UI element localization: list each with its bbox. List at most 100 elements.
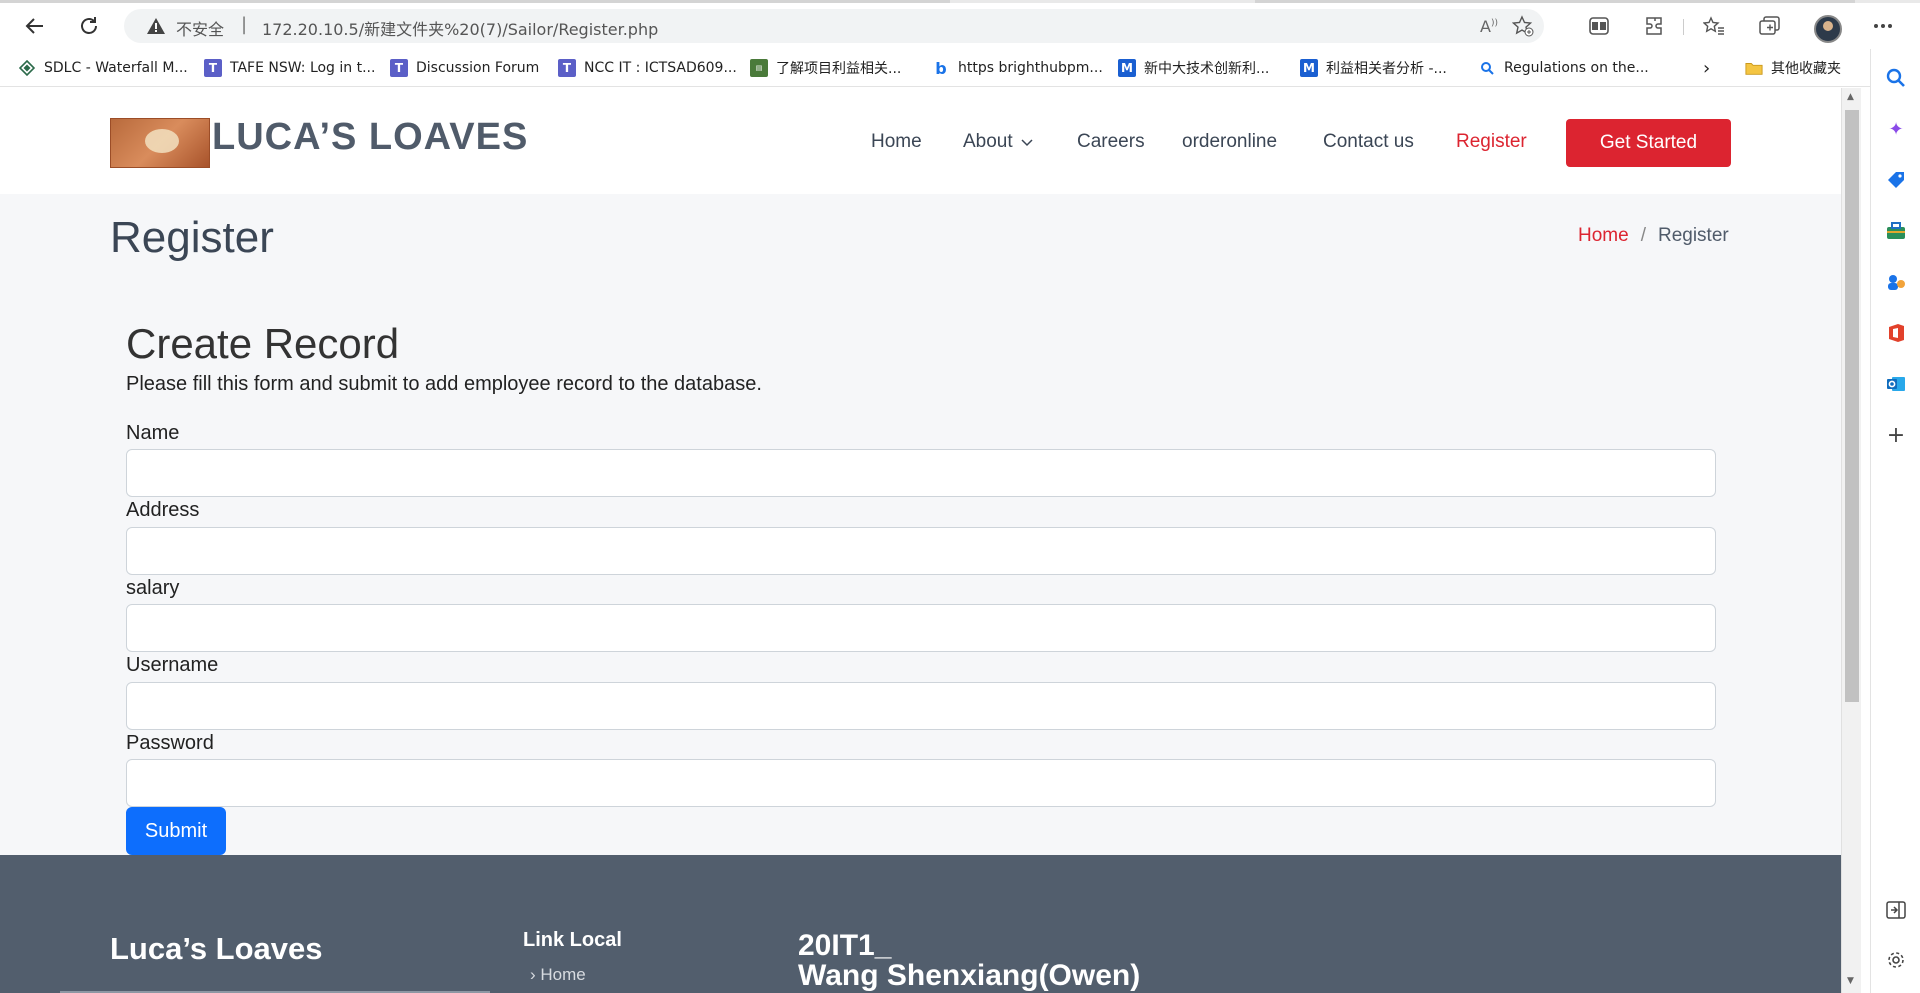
favorites-icon[interactable]: [1701, 14, 1727, 38]
nav-careers[interactable]: Careers: [1077, 131, 1145, 153]
favorite-label: TAFE NSW: Log in t...: [230, 60, 376, 76]
chevron-right-icon: ›: [1703, 57, 1711, 79]
bing-icon: b: [935, 58, 947, 78]
read-aloud-icon[interactable]: A)): [1477, 15, 1501, 37]
address-label: Address: [126, 499, 200, 521]
favorite-item[interactable]: T Discussion Forum: [390, 58, 539, 78]
shopping-tag-icon[interactable]: [1883, 167, 1909, 193]
favorites-overflow-button[interactable]: ›: [1703, 57, 1711, 79]
search-icon: [1478, 59, 1496, 77]
submit-button[interactable]: Submit: [126, 807, 226, 855]
back-button[interactable]: [20, 11, 50, 41]
scrollbar-thumb[interactable]: [1845, 110, 1859, 702]
scroll-down-arrow-icon[interactable]: ▼: [1847, 976, 1854, 986]
nav-orderonline[interactable]: orderonline: [1182, 131, 1277, 153]
search-icon[interactable]: [1883, 65, 1909, 91]
favorite-label: 利益相关者分析 -...: [1326, 61, 1447, 77]
favorite-label: SDLC - Waterfall M...: [44, 60, 188, 76]
nav-contact[interactable]: Contact us: [1323, 131, 1414, 153]
breadcrumb-current: Register: [1657, 225, 1729, 246]
nav-home[interactable]: Home: [871, 131, 922, 153]
student-id: 20IT1_: [798, 929, 892, 962]
favorite-item[interactable]: b https brighthubpm...: [932, 58, 1103, 78]
sidebar-hide-icon[interactable]: [1883, 897, 1909, 923]
favorite-item[interactable]: M 利益相关者分析 -...: [1300, 58, 1447, 78]
address-separator: |: [241, 14, 248, 35]
site-footer: Luca’s Loaves Link Local › Home 20IT1_ W…: [0, 855, 1841, 993]
salary-input[interactable]: [126, 604, 1716, 652]
outlook-icon[interactable]: [1883, 371, 1909, 397]
favorites-bar: SDLC - Waterfall M... T TAFE NSW: Log in…: [0, 49, 1870, 87]
footer-link-home[interactable]: › Home: [530, 965, 586, 985]
breadcrumb: Home / Register: [1578, 225, 1729, 247]
footer-link-home-label: Home: [540, 965, 586, 984]
collections-icon[interactable]: [1757, 14, 1783, 38]
teams-icon: T: [204, 59, 222, 77]
site-brand[interactable]: LUCA’S LOAVES: [212, 116, 528, 159]
settings-gear-icon[interactable]: [1883, 947, 1909, 973]
book-icon: ▤: [750, 59, 768, 77]
other-favorites-label: 其他收藏夹: [1771, 61, 1841, 77]
tools-briefcase-icon[interactable]: [1883, 218, 1909, 244]
favorite-label: NCC IT : ICTSAD609...: [584, 60, 737, 76]
teams-icon: T: [558, 59, 576, 77]
form-heading: Create Record: [126, 320, 400, 367]
toolbar-divider: [1683, 19, 1684, 35]
warning-icon[interactable]: [146, 17, 166, 39]
extensions-icon[interactable]: [1641, 14, 1667, 38]
chevron-right-icon: ›: [530, 965, 541, 984]
favorite-label: 新中大技术创新利...: [1144, 61, 1270, 77]
breadcrumb-home-link[interactable]: Home: [1578, 225, 1629, 246]
split-screen-icon[interactable]: [1586, 14, 1612, 38]
profile-avatar[interactable]: [1814, 15, 1842, 43]
more-menu-icon[interactable]: [1870, 14, 1896, 38]
address-bar[interactable]: 不安全 | 172.20.10.5/新建文件夹%20(7)/Sailor/Reg…: [124, 9, 1544, 43]
add-plus-icon[interactable]: +: [1883, 422, 1909, 448]
site-logo-image[interactable]: [110, 118, 210, 168]
games-icon[interactable]: [1883, 269, 1909, 295]
footer-brand: Luca’s Loaves: [110, 931, 323, 966]
name-input[interactable]: [126, 449, 1716, 497]
insecure-label[interactable]: 不安全: [176, 16, 224, 40]
footer-links-title: Link Local: [523, 929, 622, 951]
scroll-up-arrow-icon[interactable]: ▲: [1847, 92, 1854, 102]
salary-label: salary: [126, 577, 180, 599]
other-favorites[interactable]: 其他收藏夹: [1745, 58, 1841, 78]
password-input[interactable]: [126, 759, 1716, 807]
m-icon: M: [1300, 59, 1318, 77]
nav-register[interactable]: Register: [1456, 131, 1527, 153]
edge-sidebar: ✦ +: [1870, 49, 1920, 993]
refresh-button[interactable]: [74, 11, 104, 41]
url-text[interactable]: 172.20.10.5/新建文件夹%20(7)/Sailor/Register.…: [262, 16, 658, 40]
get-started-button[interactable]: Get Started: [1566, 119, 1731, 167]
page-scrollbar[interactable]: ▲ ▼: [1841, 88, 1861, 993]
copilot-sparkle-icon[interactable]: ✦: [1883, 116, 1909, 142]
favorite-item[interactable]: ▤ 了解项目利益相关...: [750, 58, 901, 78]
form-description: Please fill this form and submit to add …: [126, 373, 762, 395]
favorite-item[interactable]: Regulations on the...: [1478, 58, 1649, 78]
page-title: Register: [110, 213, 274, 262]
chevron-down-icon: [1021, 139, 1033, 147]
favorite-item[interactable]: T NCC IT : ICTSAD609...: [558, 58, 737, 78]
breadcrumb-separator: /: [1640, 225, 1646, 246]
favorite-item[interactable]: M 新中大技术创新利...: [1118, 58, 1269, 78]
student-name: Wang Shenxiang(Owen): [798, 959, 1141, 992]
m-icon: M: [1118, 59, 1136, 77]
folder-icon: [1745, 59, 1763, 77]
favorite-label: 了解项目利益相关...: [776, 61, 902, 77]
refresh-icon: [81, 17, 97, 34]
username-input[interactable]: [126, 682, 1716, 730]
username-label: Username: [126, 654, 219, 676]
site-header: LUCA’S LOAVES Home About Careers orderon…: [0, 88, 1841, 194]
office-icon[interactable]: [1883, 320, 1909, 346]
nav-about[interactable]: About: [963, 131, 1034, 153]
favorite-item[interactable]: SDLC - Waterfall M...: [18, 58, 188, 78]
address-input[interactable]: [126, 527, 1716, 575]
favorite-item[interactable]: T TAFE NSW: Log in t...: [204, 58, 375, 78]
footer-student-info: 20IT1_ Wang Shenxiang(Owen): [798, 931, 1140, 991]
diamond-icon: [18, 59, 36, 77]
web-page: LUCA’S LOAVES Home About Careers orderon…: [0, 88, 1841, 993]
teams-icon: T: [390, 59, 408, 77]
add-favorite-icon[interactable]: [1511, 15, 1535, 37]
favorite-label: https brighthubpm...: [958, 60, 1103, 76]
